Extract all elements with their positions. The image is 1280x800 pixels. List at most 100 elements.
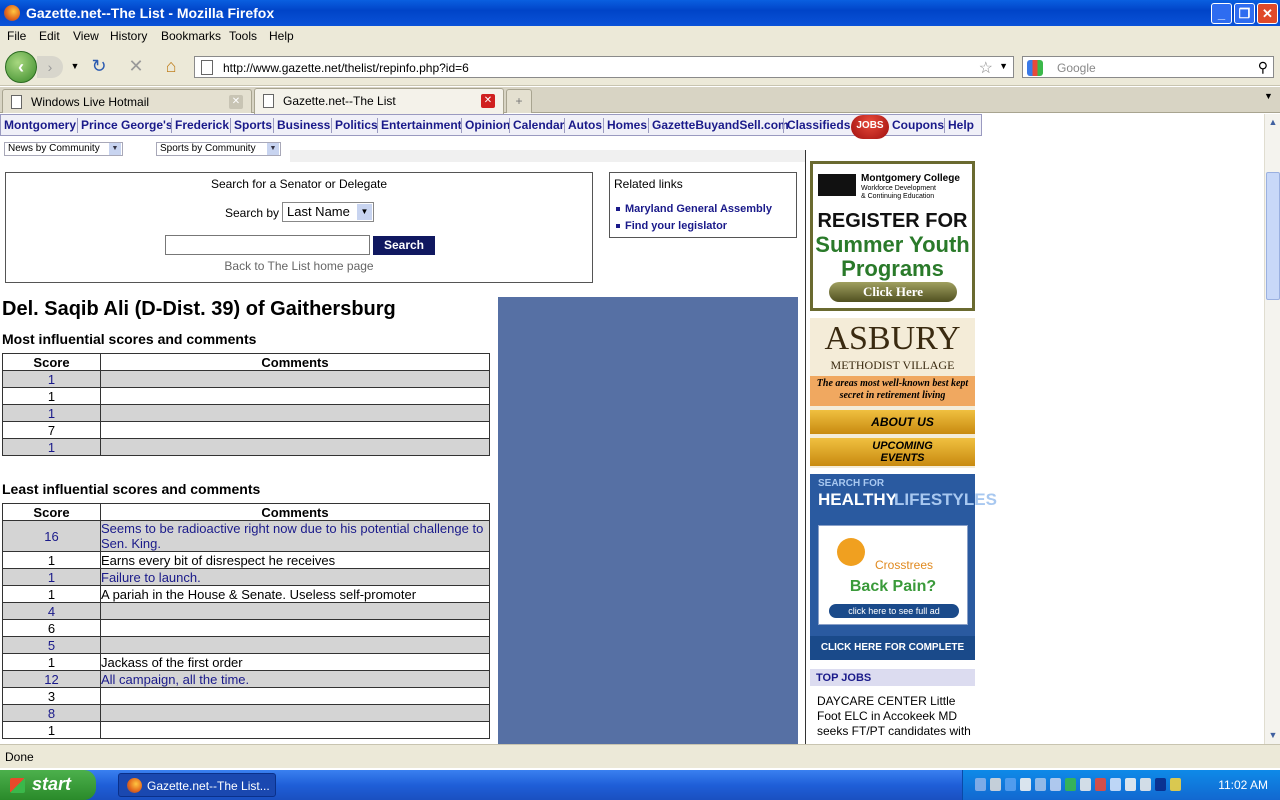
tray-icon[interactable]: [1065, 778, 1076, 791]
asbury-subtitle: METHODIST VILLAGE: [830, 358, 955, 372]
search-button[interactable]: Search: [373, 236, 435, 255]
home-icon[interactable]: ⌂: [160, 56, 182, 76]
tray-icon[interactable]: [1095, 778, 1106, 791]
least-influential-heading: Least influential scores and comments: [2, 481, 261, 497]
asbury-about-button[interactable]: ABOUT US: [810, 410, 975, 434]
nav-divider: [564, 118, 565, 133]
search-box[interactable]: Google ⚲: [1022, 56, 1274, 78]
nav-calendar[interactable]: Calendar: [513, 118, 564, 132]
score-cell: 1: [2, 551, 101, 569]
tray-icon[interactable]: [1170, 778, 1181, 791]
close-tab-icon[interactable]: ✕: [481, 94, 495, 108]
nav-opinion[interactable]: Opinion: [465, 118, 510, 132]
asbury-ad[interactable]: ASBURY METHODIST VILLAGE The areas most …: [810, 318, 975, 468]
nav-sports[interactable]: Sports: [234, 118, 272, 132]
header-strip: [290, 150, 805, 162]
tray-icon[interactable]: [1125, 778, 1136, 791]
tray-icon[interactable]: [990, 778, 1001, 791]
url-bar[interactable]: http://www.gazette.net/thelist/repinfo.p…: [194, 56, 1014, 78]
nav-homes[interactable]: Homes: [607, 118, 647, 132]
page-icon: [263, 94, 274, 108]
montgomery-college-ad[interactable]: Montgomery College Workforce Development…: [810, 161, 975, 311]
maximize-button[interactable]: ❐: [1234, 3, 1255, 24]
bookmark-star-icon[interactable]: ☆: [979, 58, 993, 78]
stop-icon[interactable]: ✕: [125, 56, 147, 76]
menu-history[interactable]: History: [110, 29, 147, 43]
tray-icon[interactable]: [1140, 778, 1151, 791]
crosstrees-full-ad-button[interactable]: click here to see full ad: [829, 604, 959, 618]
scrollbar-thumb[interactable]: [1266, 172, 1280, 300]
menu-view[interactable]: View: [73, 29, 99, 43]
tray-icon[interactable]: [1020, 778, 1031, 791]
tab-list-icon[interactable]: ▼: [1264, 91, 1273, 101]
score-cell: 6: [2, 619, 101, 637]
close-tab-icon[interactable]: ✕: [229, 95, 243, 109]
nav-entertainment[interactable]: Entertainment: [381, 118, 462, 132]
tray-icon[interactable]: [975, 778, 986, 791]
tray-icon[interactable]: [1050, 778, 1061, 791]
tray-icon[interactable]: [1035, 778, 1046, 791]
nav-divider: [783, 118, 784, 133]
vertical-scrollbar[interactable]: ▲ ▼: [1264, 114, 1280, 744]
news-by-community-select[interactable]: News by Community ▼: [4, 142, 123, 156]
asbury-events-button[interactable]: UPCOMING EVENTS: [810, 438, 975, 466]
reload-icon[interactable]: ↻: [88, 56, 110, 76]
url-dropdown-icon[interactable]: ▼: [999, 61, 1008, 71]
tab-gazette[interactable]: Gazette.net--The List ✕: [254, 88, 504, 114]
nav-politics[interactable]: Politics: [335, 118, 378, 132]
related-link-assembly[interactable]: Maryland General Assembly: [616, 203, 772, 215]
nav-prince-georges[interactable]: Prince George's: [81, 118, 173, 132]
back-to-list-link[interactable]: Back to The List home page: [6, 259, 592, 273]
score-cell: 1: [2, 568, 101, 586]
minimize-button[interactable]: _: [1211, 3, 1232, 24]
nav-divider: [461, 118, 462, 133]
menu-tools[interactable]: Tools: [229, 29, 257, 43]
legislator-search-input[interactable]: [165, 235, 370, 255]
menu-file[interactable]: File: [7, 29, 26, 43]
search-heading: Search for a Senator or Delegate: [210, 177, 388, 191]
nav-coupons[interactable]: Coupons: [892, 118, 944, 132]
related-link-legislator[interactable]: Find your legislator: [616, 220, 727, 232]
taskbar-item-firefox[interactable]: Gazette.net--The List...: [118, 773, 276, 797]
scroll-up-icon[interactable]: ▲: [1266, 115, 1280, 129]
search-by-select[interactable]: Last Name ▼: [282, 202, 374, 222]
nav-jobs[interactable]: JOBS: [851, 115, 889, 139]
tray-icon[interactable]: [1110, 778, 1121, 791]
mc-click-here-button[interactable]: Click Here: [829, 282, 957, 302]
nav-frederick[interactable]: Frederick: [175, 118, 229, 132]
tray-icon[interactable]: [1080, 778, 1091, 791]
top-job-listing[interactable]: DAYCARE CENTER Little Foot ELC in Accoke…: [817, 694, 977, 739]
close-window-button[interactable]: ✕: [1257, 3, 1278, 24]
comment-cell: Failure to launch.: [100, 568, 490, 586]
nav-help[interactable]: Help: [948, 118, 974, 132]
nav-montgomery[interactable]: Montgomery: [4, 118, 76, 132]
health-search-for: SEARCH FOR: [818, 478, 885, 489]
nav-classifieds[interactable]: Classifieds: [787, 118, 850, 132]
search-icon[interactable]: ⚲: [1258, 59, 1268, 76]
forward-button[interactable]: ›: [37, 56, 63, 78]
nav-autos[interactable]: Autos: [568, 118, 602, 132]
comment-cell: [100, 438, 490, 456]
back-button[interactable]: ‹: [5, 51, 37, 83]
start-button[interactable]: start: [0, 770, 96, 800]
history-dropdown-icon[interactable]: ▼: [64, 56, 86, 76]
tab-hotmail[interactable]: Windows Live Hotmail ✕: [2, 89, 252, 113]
nav-divider: [509, 118, 510, 133]
comment-cell: A pariah in the House & Senate. Useless …: [100, 585, 490, 603]
complete-list-link[interactable]: CLICK HERE FOR COMPLETE LIST: [810, 636, 975, 677]
tray-icon[interactable]: [1005, 778, 1016, 791]
menu-bookmarks[interactable]: Bookmarks: [161, 29, 221, 43]
chevron-down-icon: ▼: [267, 143, 279, 155]
healthy-lifestyles-ad[interactable]: SEARCH FOR HEALTHY LIFESTYLES Crosstrees…: [810, 474, 997, 677]
new-tab-button[interactable]: +: [506, 89, 532, 113]
scroll-down-icon[interactable]: ▼: [1266, 728, 1280, 742]
google-icon[interactable]: [1027, 60, 1043, 76]
sports-by-community-select[interactable]: Sports by Community ▼: [156, 142, 281, 156]
nav-buyandsell[interactable]: GazetteBuyandSell.com: [652, 118, 789, 132]
table-row: 1 Jackass of the first order: [2, 653, 490, 671]
nav-business[interactable]: Business: [277, 118, 330, 132]
menu-edit[interactable]: Edit: [39, 29, 60, 43]
score-cell: 1: [2, 585, 101, 603]
tray-icon[interactable]: [1155, 778, 1166, 791]
menu-help[interactable]: Help: [269, 29, 294, 43]
